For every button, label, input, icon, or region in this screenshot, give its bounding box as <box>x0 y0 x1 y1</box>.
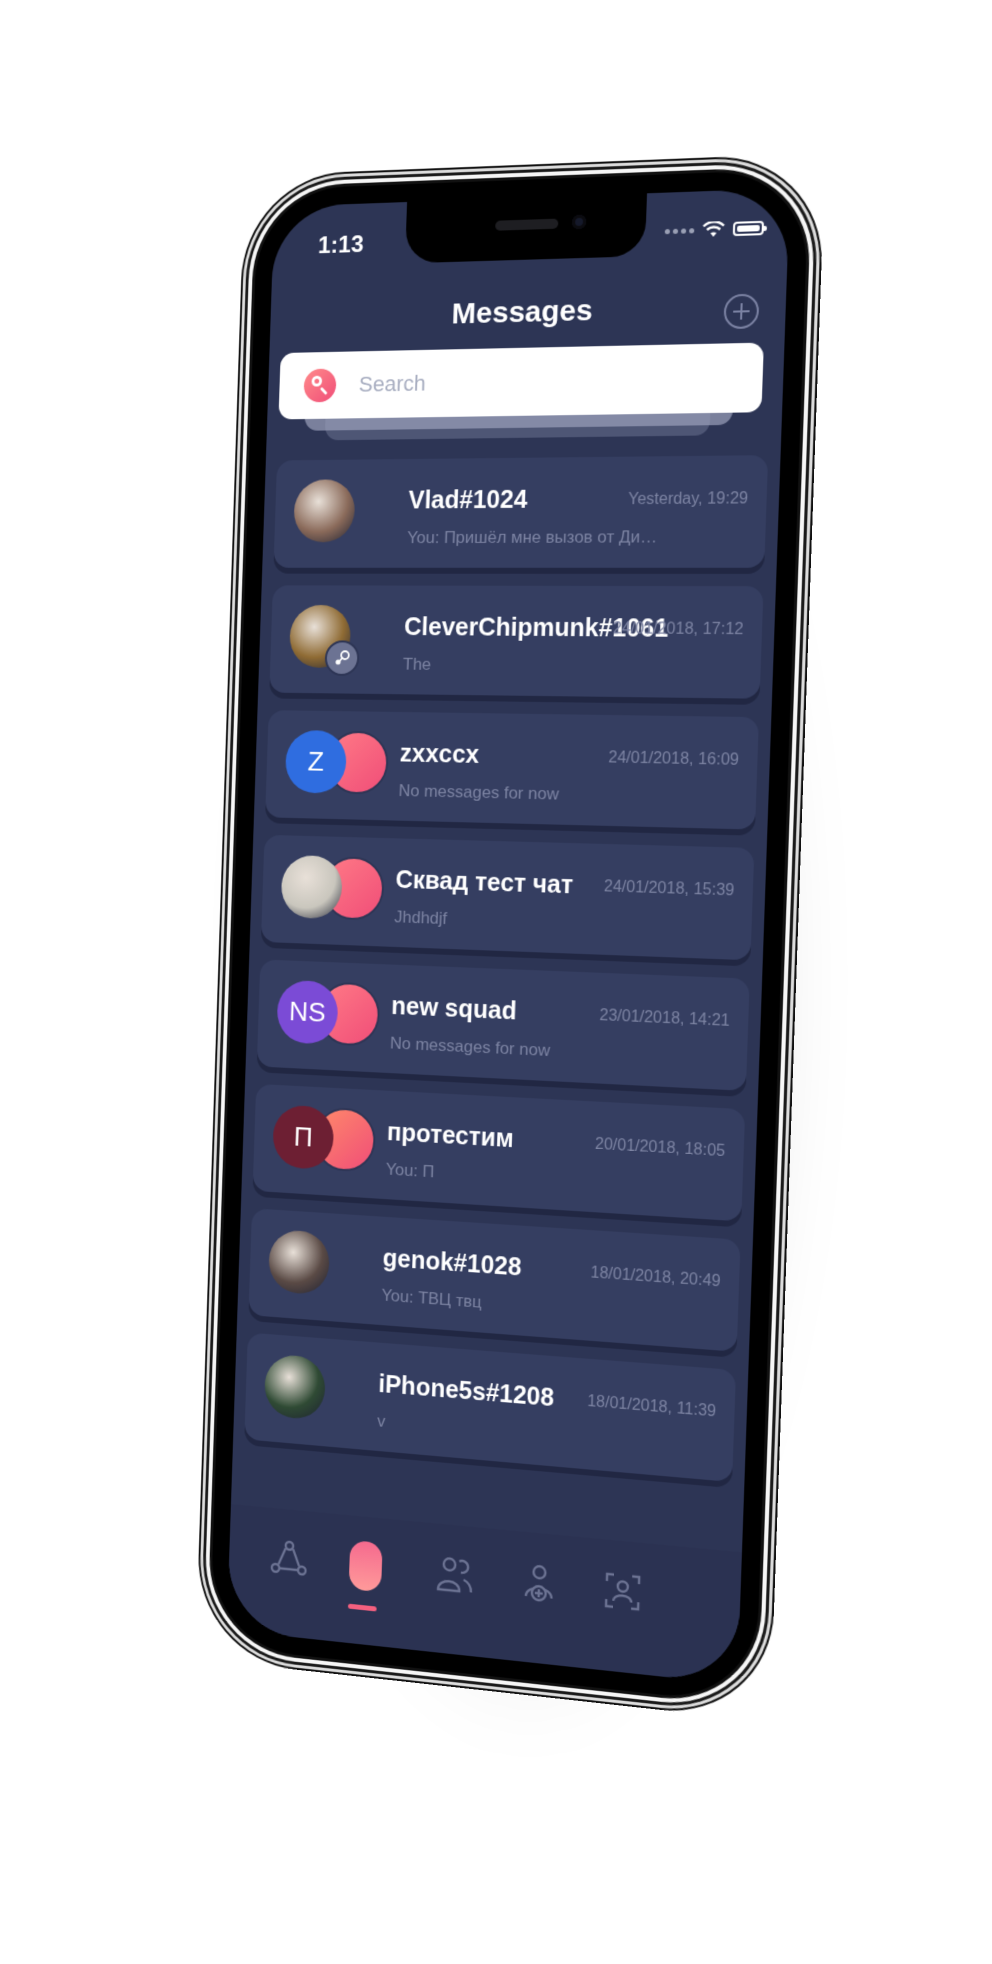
search-container <box>278 342 764 443</box>
messages-icon[interactable] <box>336 1534 395 1599</box>
chat-preview: No messages for now <box>398 781 560 804</box>
search-bar[interactable] <box>278 342 764 420</box>
chat-time: 24/01/2018, 15:39 <box>603 878 735 900</box>
chat-avatars: Z <box>284 728 400 803</box>
chat-time: 24/01/2018, 17:12 <box>612 620 744 639</box>
profile-icon[interactable] <box>592 1559 654 1625</box>
chat-avatars <box>280 853 396 929</box>
avatar <box>263 1353 326 1421</box>
add-friend-icon[interactable] <box>509 1551 570 1617</box>
chat-row[interactable]: П протестим 20/01/2018, 18:05 You: П <box>252 1083 746 1222</box>
chat-name: Vlad#1024 <box>407 485 528 515</box>
signal-icon <box>664 227 695 234</box>
phone-frame: 1:13 Messages Search Vlad#1024 Yesterday… <box>209 168 810 1705</box>
chat-name: new squad <box>390 992 518 1026</box>
phone-stage: 1:13 Messages Search Vlad#1024 Yesterday… <box>3 0 992 1964</box>
chat-time: 18/01/2018, 11:39 <box>586 1392 717 1421</box>
notch <box>404 193 648 264</box>
tab-bar <box>226 1504 742 1685</box>
chat-avatars <box>267 1227 384 1307</box>
steam-icon <box>324 640 360 677</box>
chat-avatars: П <box>272 1102 388 1181</box>
chat-row[interactable]: Vlad#1024 Yesterday, 19:29 You: Пришёл м… <box>273 455 769 568</box>
chat-preview: v <box>376 1411 386 1431</box>
chat-name: genok#1028 <box>382 1244 522 1282</box>
chat-time: 24/01/2018, 16:09 <box>608 749 740 769</box>
wifi-icon <box>702 221 725 238</box>
page-title: Messages <box>451 293 594 331</box>
chat-time: Yesterday, 19:29 <box>627 490 749 509</box>
chat-preview: No messages for now <box>389 1033 551 1061</box>
avatar <box>267 1228 331 1296</box>
messages-tab-highlight <box>348 1539 383 1593</box>
avatar <box>293 479 356 543</box>
chat-time: 18/01/2018, 20:49 <box>590 1264 721 1291</box>
battery-icon <box>732 220 765 237</box>
app-screen: 1:13 Messages Search Vlad#1024 Yesterday… <box>226 188 790 1685</box>
chat-row[interactable]: Z zxxccx 24/01/2018, 16:09 No messages f… <box>265 710 759 830</box>
status-time: 1:13 <box>317 231 365 260</box>
chat-time: 23/01/2018, 14:21 <box>599 1007 731 1030</box>
chat-name: протестим <box>386 1118 515 1154</box>
chat-preview: You: ТВЦ твц <box>381 1285 482 1312</box>
chat-preview: You: П <box>385 1159 435 1182</box>
search-icon <box>303 368 337 403</box>
chat-row[interactable]: Сквад тест чат 24/01/2018, 15:39 Jhdhdjf <box>260 834 755 961</box>
status-indicators <box>664 220 765 240</box>
chat-time: 20/01/2018, 18:05 <box>594 1135 726 1161</box>
chat-name: zxxccx <box>399 739 480 769</box>
chat-row[interactable]: genok#1028 18/01/2018, 20:49 You: ТВЦ тв… <box>248 1208 741 1352</box>
speaker <box>495 218 559 231</box>
chat-list: Vlad#1024 Yesterday, 19:29 You: Пришёл м… <box>244 455 769 1500</box>
chat-avatars <box>293 477 409 550</box>
chat-name: iPhone5s#1208 <box>378 1370 555 1413</box>
chat-preview: Jhdhdjf <box>394 907 448 929</box>
friends-icon[interactable] <box>425 1542 485 1607</box>
chat-row[interactable]: CleverChipmunk#1061 24/01/2018, 17:12 Th… <box>269 585 764 699</box>
chat-row[interactable]: iPhone5s#1208 18/01/2018, 11:39 v <box>244 1332 737 1483</box>
chat-avatars: NS <box>276 978 392 1056</box>
share-icon[interactable] <box>260 1527 318 1591</box>
front-camera <box>571 214 587 230</box>
chat-name: Сквад тест чат <box>395 866 574 900</box>
chat-avatars <box>263 1351 380 1433</box>
chat-preview: The <box>402 654 432 674</box>
chat-row[interactable]: NS new squad 23/01/2018, 14:21 No messag… <box>256 959 750 1091</box>
chat-preview: You: Пришёл мне вызов от Димы и в о... <box>406 527 664 548</box>
chat-avatars <box>288 603 405 677</box>
active-tab-indicator <box>347 1603 377 1612</box>
search-input[interactable] <box>356 363 764 399</box>
